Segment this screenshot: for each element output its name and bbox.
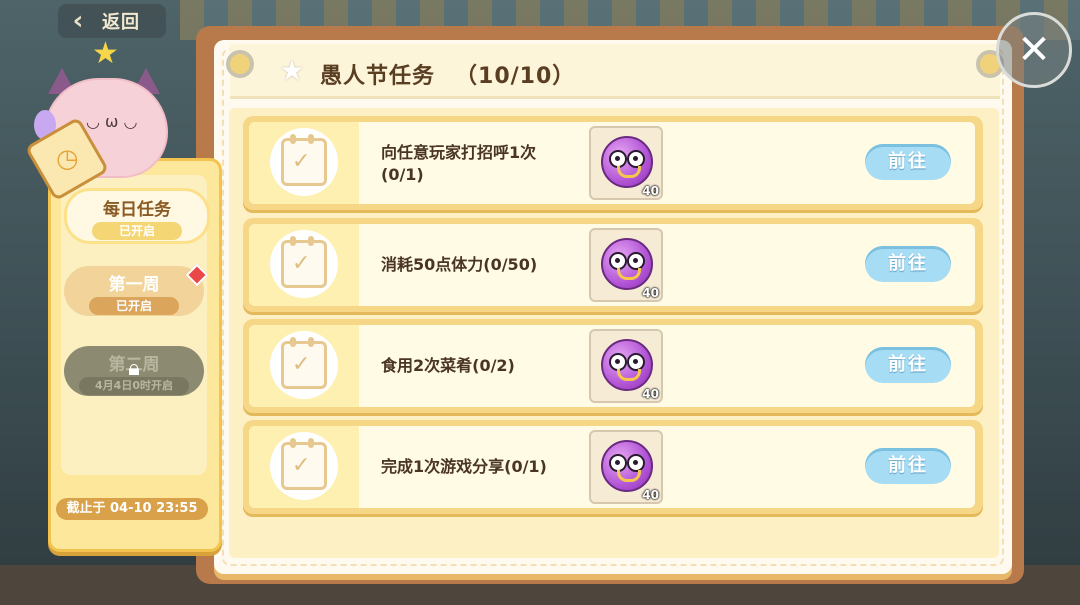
close-button[interactable]: ✕ bbox=[996, 12, 1072, 88]
calendar-check-icon: ✓ bbox=[270, 331, 338, 399]
tab-week-2[interactable]: 第二周 4月4日0时开启 🔒︎ bbox=[64, 346, 204, 396]
back-label: 返回 bbox=[102, 12, 140, 33]
purple-ball-icon bbox=[601, 238, 653, 290]
star-icon: ★ bbox=[92, 36, 119, 71]
back-button[interactable]: ‹ 返回 bbox=[58, 4, 166, 38]
go-button[interactable]: 前往 bbox=[865, 246, 951, 282]
reward-quantity: 40 bbox=[642, 387, 659, 401]
tab-status: 已开启 bbox=[89, 297, 179, 315]
task-description: 食用2次菜肴(0/2) bbox=[381, 356, 515, 375]
reward-quantity: 40 bbox=[642, 286, 659, 300]
task-description: 完成1次游戏分享(0/1) bbox=[381, 457, 547, 476]
task-description: 消耗50点体力(0/50) bbox=[381, 255, 538, 274]
go-button[interactable]: 前往 bbox=[865, 144, 951, 180]
tab-daily-tasks[interactable]: 每日任务 已开启 bbox=[64, 188, 210, 244]
panel-progress: （10/10） bbox=[455, 64, 576, 89]
purple-ball-icon bbox=[601, 339, 653, 391]
tab-label: 每日任务 bbox=[103, 200, 171, 220]
panel-title-text: 愚人节任务 bbox=[320, 64, 436, 89]
go-button[interactable]: 前往 bbox=[865, 448, 951, 484]
close-icon: ✕ bbox=[1017, 27, 1051, 73]
task-row: ✓ 食用2次菜肴(0/2) 40 前往 bbox=[243, 319, 983, 413]
task-list[interactable]: ✓ 向任意玩家打招呼1次 (0/1) 40 前往 ✓ 消耗50点体力(0/50)… bbox=[229, 108, 999, 558]
tab-week-1[interactable]: 第一周 已开启 bbox=[64, 266, 204, 316]
task-row: ✓ 完成1次游戏分享(0/1) 40 前往 bbox=[243, 420, 983, 514]
reward-item[interactable]: 40 bbox=[589, 126, 663, 200]
reward-quantity: 40 bbox=[642, 488, 659, 502]
reward-quantity: 40 bbox=[642, 184, 659, 198]
calendar-check-icon: ✓ bbox=[270, 432, 338, 500]
go-button[interactable]: 前往 bbox=[865, 347, 951, 383]
reward-item[interactable]: 40 bbox=[589, 430, 663, 504]
calendar-check-icon: ✓ bbox=[270, 230, 338, 298]
task-row: ✓ 消耗50点体力(0/50) 40 前往 bbox=[243, 218, 983, 312]
reward-item[interactable]: 40 bbox=[589, 228, 663, 302]
calendar-check-icon: ✓ bbox=[270, 128, 338, 196]
task-description: 向任意玩家打招呼1次 (0/1) bbox=[381, 143, 537, 184]
deadline-label: 截止于 04-10 23:55 bbox=[56, 498, 208, 520]
task-row: ✓ 向任意玩家打招呼1次 (0/1) 40 前往 bbox=[243, 116, 983, 210]
reward-item[interactable]: 40 bbox=[589, 329, 663, 403]
chevron-left-icon: ‹ bbox=[72, 6, 84, 36]
tab-status: 已开启 bbox=[92, 222, 182, 240]
purple-ball-icon bbox=[601, 136, 653, 188]
pin-left bbox=[226, 50, 254, 78]
tab-label: 第一周 bbox=[108, 275, 160, 295]
purple-ball-icon bbox=[601, 440, 653, 492]
star-icon: ★ bbox=[279, 54, 305, 87]
lock-icon: 🔒︎ bbox=[128, 356, 140, 381]
panel-title: 愚人节任务 （10/10） bbox=[320, 58, 575, 90]
